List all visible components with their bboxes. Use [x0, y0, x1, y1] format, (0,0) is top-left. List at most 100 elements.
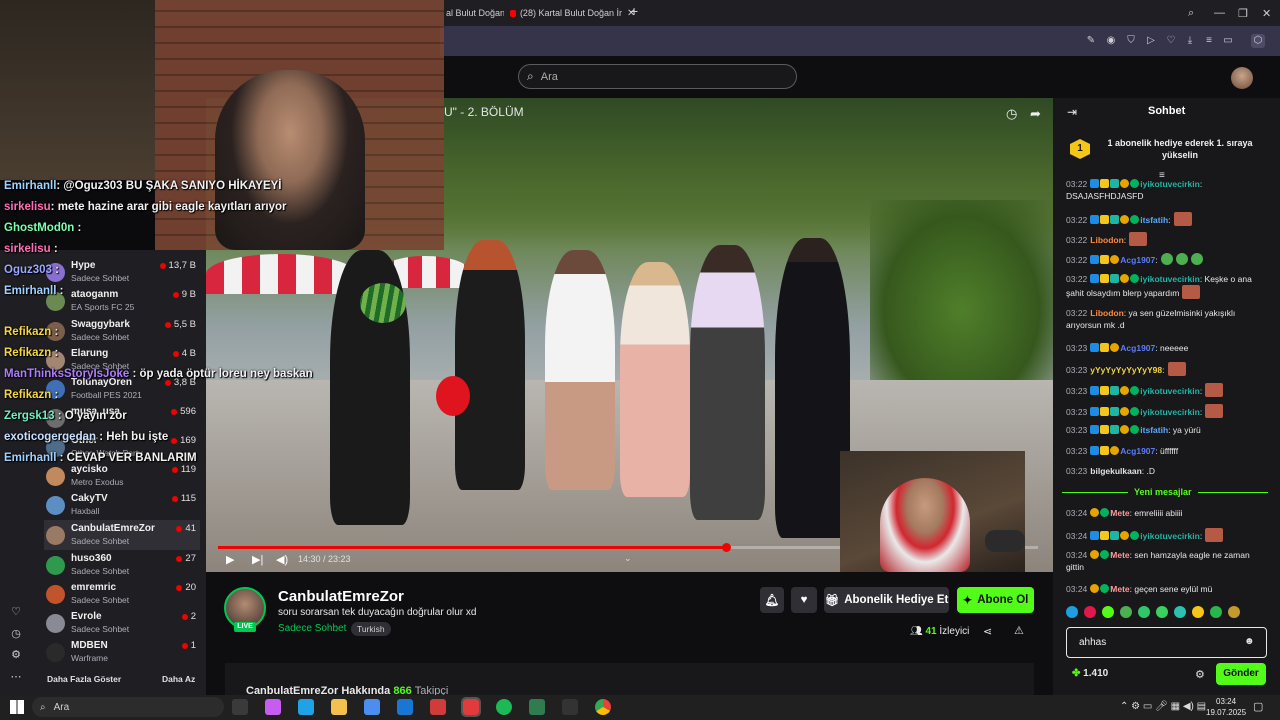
chat-message[interactable]: 03:24 Mete: geçen sene eylül mü [1066, 583, 1262, 595]
chat-username[interactable]: Acg1907 [1120, 446, 1155, 456]
settings-icon[interactable]: ⚙ [9, 648, 23, 662]
notification-icon[interactable]: ▢ [1253, 700, 1263, 713]
taskbar-search[interactable]: ⌕ Ara [32, 697, 224, 717]
show-less-link[interactable]: Daha Az [162, 674, 195, 684]
chat-username[interactable]: Acg1907 [1120, 255, 1155, 265]
sidebar-channel[interactable]: huso360 Sadece Sohbet 27 [44, 550, 200, 580]
follow-heart-button[interactable]: ♥ [791, 587, 817, 613]
chrome-icon[interactable] [595, 699, 611, 715]
chevron-down-icon[interactable]: ⌄ [624, 553, 632, 564]
chat-message[interactable]: 03:22 iyikotuvecirkin: Keşke o ana şahit … [1066, 273, 1262, 299]
chat-username[interactable]: yYyYyYyYyYyY98 [1090, 365, 1162, 375]
sidebar-channel[interactable]: ataoganm EA Sports FC 25 9 B [44, 286, 200, 316]
chat-message[interactable]: 03:22 Libodon: [1066, 232, 1262, 246]
share-icon[interactable]: ⋖ [983, 625, 992, 638]
app-icon[interactable] [529, 699, 545, 715]
chat-username[interactable]: Acg1907 [1120, 343, 1155, 353]
camera-icon[interactable]: ◉ [1104, 34, 1118, 48]
user-avatar[interactable] [1231, 67, 1253, 89]
system-tray-icons[interactable]: ⌃ ⚙ ▭ 🎤︎ ▦ ◀) ▤ [1120, 701, 1206, 712]
chat-username[interactable]: Mete [1110, 584, 1129, 594]
chat-username[interactable]: bilgekulkaan [1090, 466, 1142, 476]
search-tabs-icon[interactable]: ⌕ [1188, 4, 1194, 22]
task-view-icon[interactable] [232, 699, 248, 715]
chat-message[interactable]: 03:23 iyikotuvecirkin: [1066, 383, 1262, 397]
channel-points[interactable]: ✤ 1.410 [1072, 668, 1108, 679]
chat-username[interactable]: iyikotuvecirkin [1140, 531, 1200, 541]
chat-message[interactable]: 03:23 itsfatih: ya yürü [1066, 424, 1262, 436]
emote-icon[interactable] [1084, 606, 1096, 618]
chat-username[interactable]: iyikotuvecirkin [1140, 179, 1200, 189]
chat-message[interactable]: 03:24 Mete: sen hamzayla eagle ne zaman g… [1066, 549, 1262, 573]
heart-icon[interactable]: ♡ [9, 605, 23, 619]
chat-message[interactable]: 03:24 Mete: emreliiii abiiii [1066, 507, 1262, 519]
emote-icon[interactable] [1210, 606, 1222, 618]
emote-icon[interactable] [1102, 606, 1114, 618]
bell-icon[interactable]: 🔔︎ [760, 587, 784, 613]
emote-icon[interactable] [1138, 606, 1150, 618]
wallet-icon[interactable]: ▭ [1221, 34, 1235, 48]
volume-icon[interactable]: ◀) [276, 553, 288, 566]
category-link[interactable]: Sadece Sohbet [278, 623, 346, 634]
opera-icon[interactable] [461, 697, 481, 717]
search-input[interactable]: ⌕ Ara [518, 64, 797, 89]
chat-message[interactable]: 03:24 iyikotuvecirkin: [1066, 528, 1262, 542]
sidebar-channel[interactable]: aycisko Metro Exodus 119 [44, 461, 200, 491]
emote-icon[interactable] [1228, 606, 1240, 618]
play-icon[interactable]: ▷ [1144, 34, 1158, 48]
emote-icon[interactable] [1192, 606, 1204, 618]
chat-username[interactable]: iyikotuvecirkin [1140, 407, 1200, 417]
chat-username[interactable]: Mete [1110, 550, 1129, 560]
outlook-icon[interactable] [397, 699, 413, 715]
browser-tab-active[interactable]: (28) Kartal Bulut Doğan İr [510, 4, 622, 22]
subscribe-button[interactable]: ✦ Abone Ol [957, 587, 1034, 613]
sidebar-channel[interactable]: emremric Sadece Sohbet 20 [44, 579, 200, 609]
chat-settings-icon[interactable]: ⚙ [1195, 668, 1205, 681]
edge-icon[interactable] [298, 699, 314, 715]
chat-username[interactable]: Mete [1110, 508, 1129, 518]
chat-message[interactable]: 03:22 Libodon: ya sen güzelmisinki yakışı… [1066, 307, 1262, 331]
gift-sub-button[interactable]: 🎁︎ Abonelik Hediye Et [824, 587, 949, 613]
play-icon[interactable]: ▶ [226, 553, 234, 566]
more-icon[interactable]: ⋯ [9, 670, 23, 684]
chat-message[interactable]: 03:23 Acg1907: neeeee [1066, 342, 1262, 354]
gift-promo-text[interactable]: 1 abonelik hediye ederek 1. sıraya yükse… [1100, 137, 1260, 161]
emote-icon[interactable] [1066, 606, 1078, 618]
chat-username[interactable]: iyikotuvecirkin [1140, 386, 1200, 396]
shield-icon[interactable]: ⛉ [1124, 34, 1138, 48]
sidebar-channel[interactable]: CanbulatEmreZor Sadece Sohbet 41 [44, 520, 200, 550]
sidebar-channel[interactable]: Evrole Sadece Sohbet 2 [44, 608, 200, 638]
taskbar-clock[interactable]: 03:24 19.07.2025 [1206, 696, 1246, 718]
chat-username[interactable]: itsfatih [1140, 215, 1168, 225]
chat-message[interactable]: 03:22 iyikotuvecirkin: DSAJASFHDJASFD [1066, 178, 1262, 202]
new-tab-icon[interactable]: + [630, 2, 638, 20]
copilot-icon[interactable] [265, 699, 281, 715]
extension-icon[interactable]: ⬡ [1251, 34, 1265, 48]
file-explorer-icon[interactable] [331, 699, 347, 715]
emote-icon[interactable] [1156, 606, 1168, 618]
heart-icon[interactable]: ♡ [1164, 34, 1178, 48]
store-icon[interactable] [364, 699, 380, 715]
sidebar-channel[interactable]: CakyTV Haxball 115 [44, 490, 200, 520]
chat-message[interactable]: 03:23 Acg1907: üffffff [1066, 445, 1262, 457]
show-more-link[interactable]: Daha Fazla Göster [47, 674, 121, 684]
download-icon[interactable]: ⤓ [1183, 34, 1197, 48]
sidebar-channel[interactable]: MDBEN Warframe 1 [44, 637, 200, 667]
chat-message[interactable]: 03:23 yYyYyYyYyYyY98: [1066, 362, 1262, 376]
tag-badge[interactable]: Turkish [351, 622, 391, 636]
chat-username[interactable]: iyikotuvecirkin [1140, 274, 1200, 284]
chat-message[interactable]: 03:23 iyikotuvecirkin: [1066, 404, 1262, 418]
emote-icon[interactable] [1174, 606, 1186, 618]
chat-username[interactable]: itsfatih [1140, 425, 1168, 435]
close-window-icon[interactable]: ✕ [1262, 4, 1271, 22]
emoji-icon[interactable]: ☻ [1244, 636, 1255, 647]
chat-message[interactable]: 03:22 itsfatih: [1066, 212, 1262, 226]
chat-message[interactable]: 03:23 bilgekulkaan: .D [1066, 465, 1262, 477]
clock-icon[interactable]: ◷ [1006, 106, 1017, 122]
channel-name[interactable]: CanbulatEmreZor [278, 588, 404, 605]
chat-message[interactable]: 03:22 Acg1907: [1066, 253, 1262, 266]
sidebar-channel[interactable]: Hype Sadece Sohbet 13,7 B [44, 257, 200, 287]
maximize-icon[interactable]: ❐ [1238, 4, 1248, 22]
terminal-icon[interactable] [562, 699, 578, 715]
send-button[interactable]: Gönder [1216, 663, 1266, 685]
